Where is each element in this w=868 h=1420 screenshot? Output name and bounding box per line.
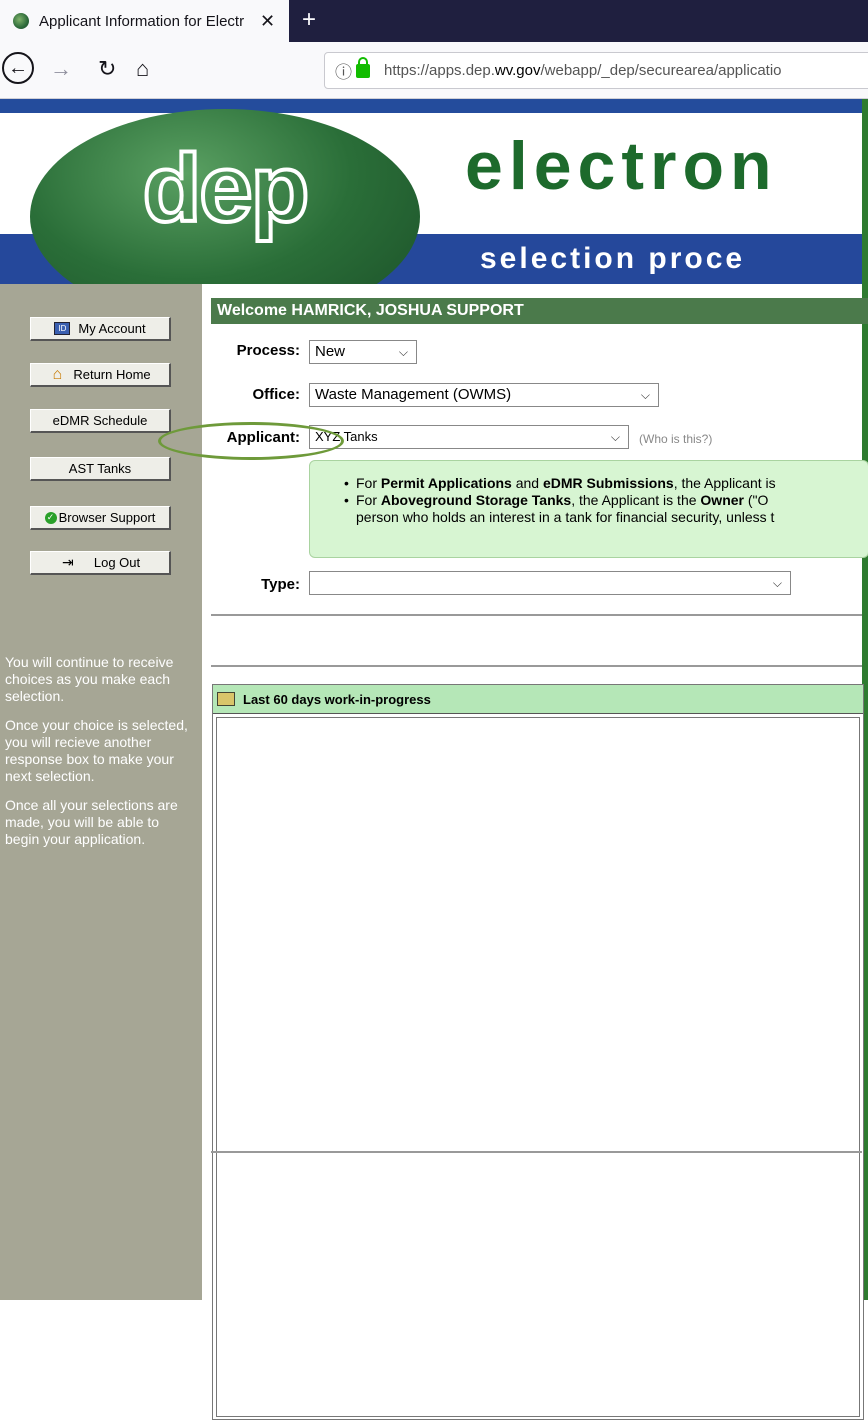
who-is-this-link[interactable]: (Who is this?) bbox=[639, 432, 712, 446]
reload-icon[interactable]: ↻ bbox=[98, 56, 116, 82]
ast-tanks-label: AST Tanks bbox=[68, 461, 132, 476]
divider bbox=[211, 1151, 862, 1153]
banner-subtitle: selection proce bbox=[480, 242, 746, 275]
process-value: New bbox=[315, 343, 346, 360]
log-out-button[interactable]: ⇥ Log Out bbox=[30, 551, 171, 575]
new-tab-button[interactable]: + bbox=[302, 6, 316, 34]
lock-icon[interactable] bbox=[356, 56, 370, 78]
divider bbox=[211, 665, 862, 667]
work-in-progress-header: Last 60 days work-in-progress bbox=[213, 685, 863, 714]
chevron-down-icon: ⌵ bbox=[772, 576, 782, 590]
type-label: Type: bbox=[261, 576, 300, 593]
browser-tabbar: Applicant Information for Electr ✕ + bbox=[0, 0, 868, 42]
forward-arrow-icon[interactable]: → bbox=[50, 56, 72, 82]
type-select[interactable]: ⌵ bbox=[309, 571, 791, 595]
info-line: • For Aboveground Storage Tanks, the Appl… bbox=[344, 492, 769, 508]
help-paragraph: You will continue to receive choices as … bbox=[5, 654, 174, 704]
house-icon: ⌂ bbox=[52, 365, 63, 383]
chevron-down-icon: ⌵ bbox=[640, 388, 650, 402]
account-card-icon: ID bbox=[54, 322, 71, 335]
browser-support-label: Browser Support bbox=[58, 510, 156, 525]
return-home-button[interactable]: ⌂ Return Home bbox=[30, 363, 171, 387]
back-arrow-icon[interactable]: ← bbox=[2, 52, 34, 84]
edmr-schedule-label: eDMR Schedule bbox=[52, 413, 148, 428]
browser-navbar: ← → ↻ ⌂ ⓘ https://apps.dep.wv.gov/webapp… bbox=[0, 42, 868, 99]
applicant-highlight-annotation bbox=[158, 422, 344, 460]
site-banner: dep electron selection proce bbox=[0, 99, 868, 284]
work-in-progress-list bbox=[216, 717, 860, 1417]
close-tab-icon[interactable]: ✕ bbox=[260, 11, 275, 32]
applicant-select[interactable]: XYZ Tanks ⌵ bbox=[309, 425, 629, 449]
url-text[interactable]: https://apps.dep.wv.gov/webapp/_dep/secu… bbox=[384, 62, 782, 79]
office-label: Office: bbox=[252, 386, 300, 403]
chevron-down-icon: ⌵ bbox=[398, 345, 408, 359]
dep-logo-text: dep bbox=[141, 133, 312, 244]
check-circle-icon: ✓ bbox=[44, 511, 57, 524]
sidebar-help-text: You will continue to receive choices as … bbox=[5, 654, 197, 860]
process-label: Process: bbox=[236, 342, 300, 359]
site-info-icon[interactable]: ⓘ bbox=[335, 58, 352, 83]
help-paragraph: Once your choice is selected, you will r… bbox=[5, 717, 188, 784]
browser-tab[interactable]: Applicant Information for Electr ✕ bbox=[0, 0, 289, 42]
site-favicon-icon bbox=[13, 13, 29, 29]
process-select[interactable]: New ⌵ bbox=[309, 340, 417, 364]
work-in-progress-title: Last 60 days work-in-progress bbox=[243, 691, 431, 707]
home-icon[interactable]: ⌂ bbox=[136, 56, 149, 82]
edmr-schedule-button[interactable]: eDMR Schedule bbox=[30, 409, 171, 433]
return-home-label: Return Home bbox=[73, 367, 151, 382]
tab-title: Applicant Information for Electr bbox=[39, 12, 245, 30]
office-select[interactable]: Waste Management (OWMS) ⌵ bbox=[309, 383, 659, 407]
my-account-button[interactable]: ID My Account bbox=[30, 317, 171, 341]
info-line: person who holds an interest in a tank f… bbox=[356, 509, 775, 525]
ast-tanks-button[interactable]: AST Tanks bbox=[30, 457, 171, 481]
banner-top-stripe bbox=[0, 99, 868, 113]
my-account-label: My Account bbox=[78, 321, 146, 336]
work-in-progress-panel: Last 60 days work-in-progress bbox=[212, 684, 864, 1420]
address-bar[interactable]: ⓘ https://apps.dep.wv.gov/webapp/_dep/se… bbox=[324, 52, 868, 89]
dep-logo: dep bbox=[30, 109, 420, 284]
main-content: Welcome HAMRICK, JOSHUA SUPPORT Process:… bbox=[158, 284, 868, 1420]
info-line: • For Permit Applications and eDMR Submis… bbox=[344, 475, 776, 491]
banner-title: electron bbox=[465, 128, 778, 204]
log-out-label: Log Out bbox=[93, 555, 141, 570]
office-value: Waste Management (OWMS) bbox=[315, 386, 512, 403]
help-paragraph: Once all your selections are made, you w… bbox=[5, 797, 178, 847]
applicant-info-box: • For Permit Applications and eDMR Submis… bbox=[309, 460, 868, 558]
door-exit-icon: ⇥ bbox=[61, 554, 74, 570]
welcome-header: Welcome HAMRICK, JOSHUA SUPPORT bbox=[211, 298, 868, 324]
divider bbox=[211, 614, 862, 616]
chevron-down-icon: ⌵ bbox=[610, 430, 620, 444]
open-folder-icon bbox=[217, 692, 235, 706]
browser-support-button[interactable]: ✓ Browser Support bbox=[30, 506, 171, 530]
